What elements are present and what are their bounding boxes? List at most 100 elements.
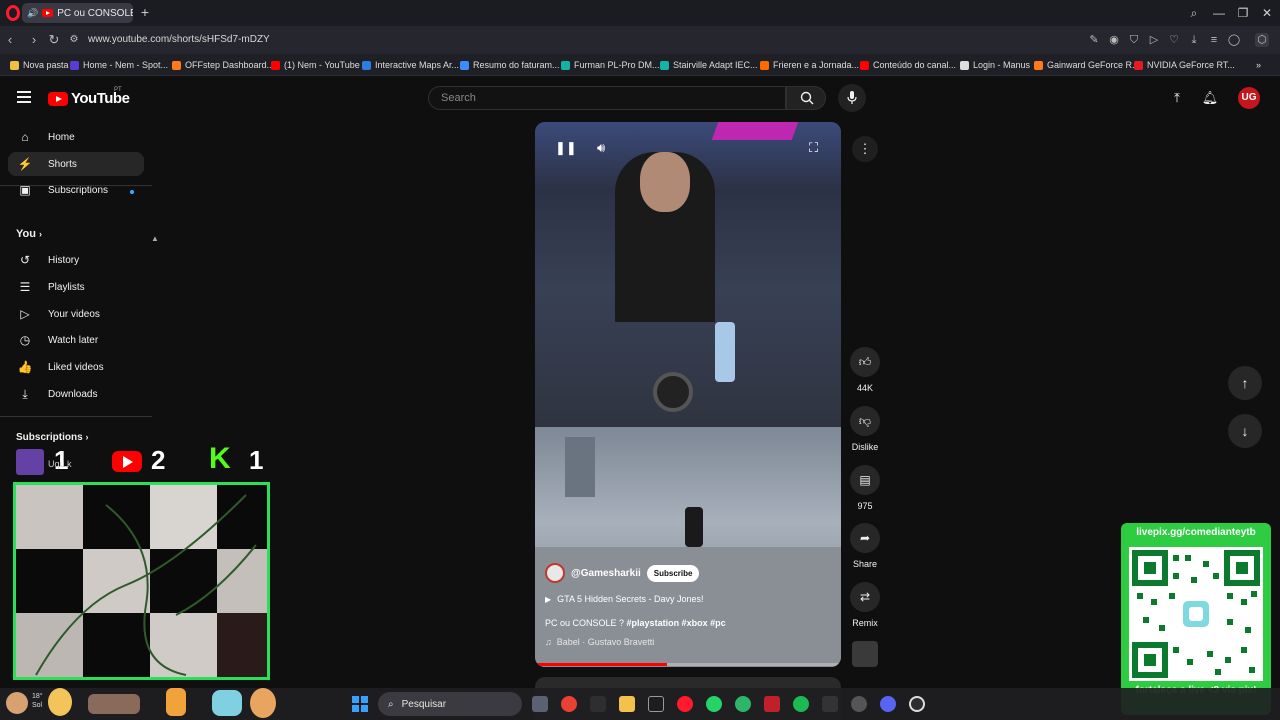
speaker-icon[interactable]: 🔊: [27, 8, 38, 19]
weather-widget[interactable]: 18° Sol: [32, 692, 43, 710]
sidebar-item-watch-later[interactable]: ◷ Watch later: [8, 328, 144, 352]
channel-name[interactable]: @Gamesharkii: [571, 568, 641, 579]
more-options-icon[interactable]: ⋮: [852, 136, 878, 162]
bookmark-item[interactable]: Nova pasta: [10, 58, 69, 72]
play-icon[interactable]: ▷: [1147, 33, 1161, 47]
bookmark-item[interactable]: Stairville Adapt IEC...: [660, 58, 758, 72]
sidebar-item-subscriptions[interactable]: ▣ Subscriptions: [8, 178, 144, 202]
menu-icon[interactable]: ≡: [1207, 33, 1221, 47]
windows-start-icon[interactable]: [352, 696, 368, 712]
like-action[interactable]: 👍︎ 44K: [845, 347, 885, 393]
thumbs-down-icon[interactable]: 👎︎: [850, 406, 880, 436]
pause-icon[interactable]: ❚❚: [555, 140, 577, 156]
obs-controller-icon[interactable]: [822, 696, 838, 712]
bookmark-item[interactable]: Conteúdo do canal...: [860, 58, 956, 72]
new-tab-button[interactable]: +: [138, 5, 152, 19]
sidebar-item-shorts[interactable]: ⚡ Shorts: [8, 152, 144, 176]
upload-icon[interactable]: ⤒: [1168, 89, 1186, 107]
sidebar-item-playlists[interactable]: ☰ Playlists: [8, 275, 144, 299]
opera-gx-icon[interactable]: [677, 696, 693, 712]
steam-icon[interactable]: [851, 696, 867, 712]
back-icon[interactable]: ‹: [2, 32, 18, 48]
scroll-up-arrow-icon[interactable]: ▲: [151, 234, 159, 243]
minimize-icon[interactable]: —: [1211, 5, 1227, 21]
voice-search-button[interactable]: [838, 84, 866, 112]
heart-icon[interactable]: ♡: [1167, 33, 1181, 47]
shield-icon[interactable]: ⛉: [1127, 33, 1141, 47]
sidebar-item-home[interactable]: ⌂ Home: [8, 125, 144, 149]
sidebar-item-downloads[interactable]: ⤓ Downloads: [8, 382, 144, 406]
bookmarks-more-icon[interactable]: »: [1256, 58, 1261, 72]
fullscreen-icon[interactable]: ⛶: [809, 140, 818, 156]
url-field[interactable]: www.youtube.com/shorts/sHFSd7-mDZY: [88, 34, 270, 45]
chrome-icon[interactable]: [561, 696, 577, 712]
comments-action[interactable]: ▤ 975: [845, 465, 885, 511]
sidebar-item-your-videos[interactable]: ▷ Your videos: [8, 302, 144, 326]
avatar[interactable]: UG: [1238, 87, 1260, 109]
download-icon[interactable]: ⤓: [1187, 33, 1201, 47]
previous-short-arrow-icon[interactable]: ↑: [1228, 366, 1262, 400]
share-action[interactable]: ➦ Share: [845, 523, 885, 569]
remix-icon[interactable]: ⇄: [850, 582, 880, 612]
discord-icon[interactable]: [880, 696, 896, 712]
bookmark-item[interactable]: OFFstep Dashboard...: [172, 58, 274, 72]
stats-app-icon[interactable]: [590, 696, 606, 712]
profile-icon[interactable]: ◯: [1227, 33, 1241, 47]
browser-shield-icon[interactable]: [735, 696, 751, 712]
thumbs-up-icon[interactable]: 👍︎: [850, 347, 880, 377]
browser-search-icon[interactable]: ⌕: [1186, 5, 1202, 21]
bookmark-item[interactable]: (1) Nem - YouTube: [271, 58, 360, 72]
bookmark-item[interactable]: Resumo do faturam...: [460, 58, 560, 72]
linked-video[interactable]: ▶ GTA 5 Hidden Secrets - Davy Jones!: [545, 594, 704, 604]
bookmark-item[interactable]: Home - Nem - Spot...: [70, 58, 168, 72]
opera-logo-icon[interactable]: [6, 5, 20, 21]
comment-icon[interactable]: ▤: [850, 465, 880, 495]
bookmark-item[interactable]: Login - Manus: [960, 58, 1030, 72]
weather-widget-icon[interactable]: [6, 692, 28, 714]
taskbar-search[interactable]: ⌕ Pesquisar: [378, 692, 522, 716]
sidebar-you-heading[interactable]: You ›: [16, 228, 42, 240]
bookmark-label: Gainward GeForce R...: [1047, 60, 1140, 70]
bookmark-item[interactable]: Gainward GeForce R...: [1034, 58, 1140, 72]
bookmark-item[interactable]: Interactive Maps Ar...: [362, 58, 459, 72]
dislike-action[interactable]: 👎︎ Dislike: [845, 406, 885, 452]
site-info-icon[interactable]: ⚙: [66, 32, 82, 48]
remix-action[interactable]: ⇄ Remix: [845, 582, 885, 628]
task-view-icon[interactable]: [532, 696, 548, 712]
extensions-icon[interactable]: ⬡: [1255, 33, 1269, 47]
music-credit[interactable]: ♫ Babel · Gustavo Bravetti: [545, 637, 654, 647]
channel-avatar[interactable]: [545, 563, 565, 583]
close-icon[interactable]: ✕: [1259, 5, 1275, 21]
next-short-arrow-icon[interactable]: ↓: [1228, 414, 1262, 448]
search-input[interactable]: [429, 87, 785, 109]
file-explorer-icon[interactable]: [619, 696, 635, 712]
edit-icon[interactable]: ✎: [1087, 33, 1101, 47]
browser-tab-active[interactable]: 🔊 PC ou CONSOLE ? #p: [22, 3, 133, 23]
camera-icon[interactable]: ◉: [1107, 33, 1121, 47]
subscribe-button[interactable]: Subscribe: [646, 564, 700, 582]
reload-icon[interactable]: ↻: [46, 32, 62, 48]
epic-games-icon[interactable]: [648, 696, 664, 712]
search-button[interactable]: [786, 86, 826, 110]
spotify-icon[interactable]: [793, 696, 809, 712]
forward-icon[interactable]: ›: [26, 32, 42, 48]
shorts-video-player[interactable]: ❚❚ 🔊︎ ⛶ @Gamesharkii Subscribe ▶ GTA 5 H…: [535, 122, 841, 667]
whatsapp-icon[interactable]: [706, 696, 722, 712]
subscription-channel-partial[interactable]: Uqu.k: [48, 459, 72, 469]
share-icon[interactable]: ➦: [850, 523, 880, 553]
bookmark-item[interactable]: Furman PL-Pro DM...: [561, 58, 660, 72]
bookmark-item[interactable]: NVIDIA GeForce RT...: [1134, 58, 1235, 72]
short-hashtags[interactable]: #playstation #xbox #pc: [627, 618, 726, 628]
volume-icon[interactable]: 🔊︎: [597, 140, 605, 156]
notifications-bell-icon[interactable]: 🔔︎: [1201, 89, 1219, 107]
menu-icon[interactable]: [17, 91, 31, 103]
sidebar-subscriptions-heading[interactable]: Subscriptions ›: [16, 432, 88, 443]
obs-icon[interactable]: [909, 696, 925, 712]
bookmark-item[interactable]: Frieren e a Jornada...: [760, 58, 859, 72]
sidebar-item-history[interactable]: ↺ History: [8, 248, 144, 272]
adobe-icon[interactable]: [764, 696, 780, 712]
sidebar-item-liked-videos[interactable]: 👍 Liked videos: [8, 355, 144, 379]
restore-icon[interactable]: ❐: [1235, 5, 1251, 21]
progress-bar[interactable]: [535, 663, 841, 666]
sound-thumbnail[interactable]: [852, 641, 878, 667]
